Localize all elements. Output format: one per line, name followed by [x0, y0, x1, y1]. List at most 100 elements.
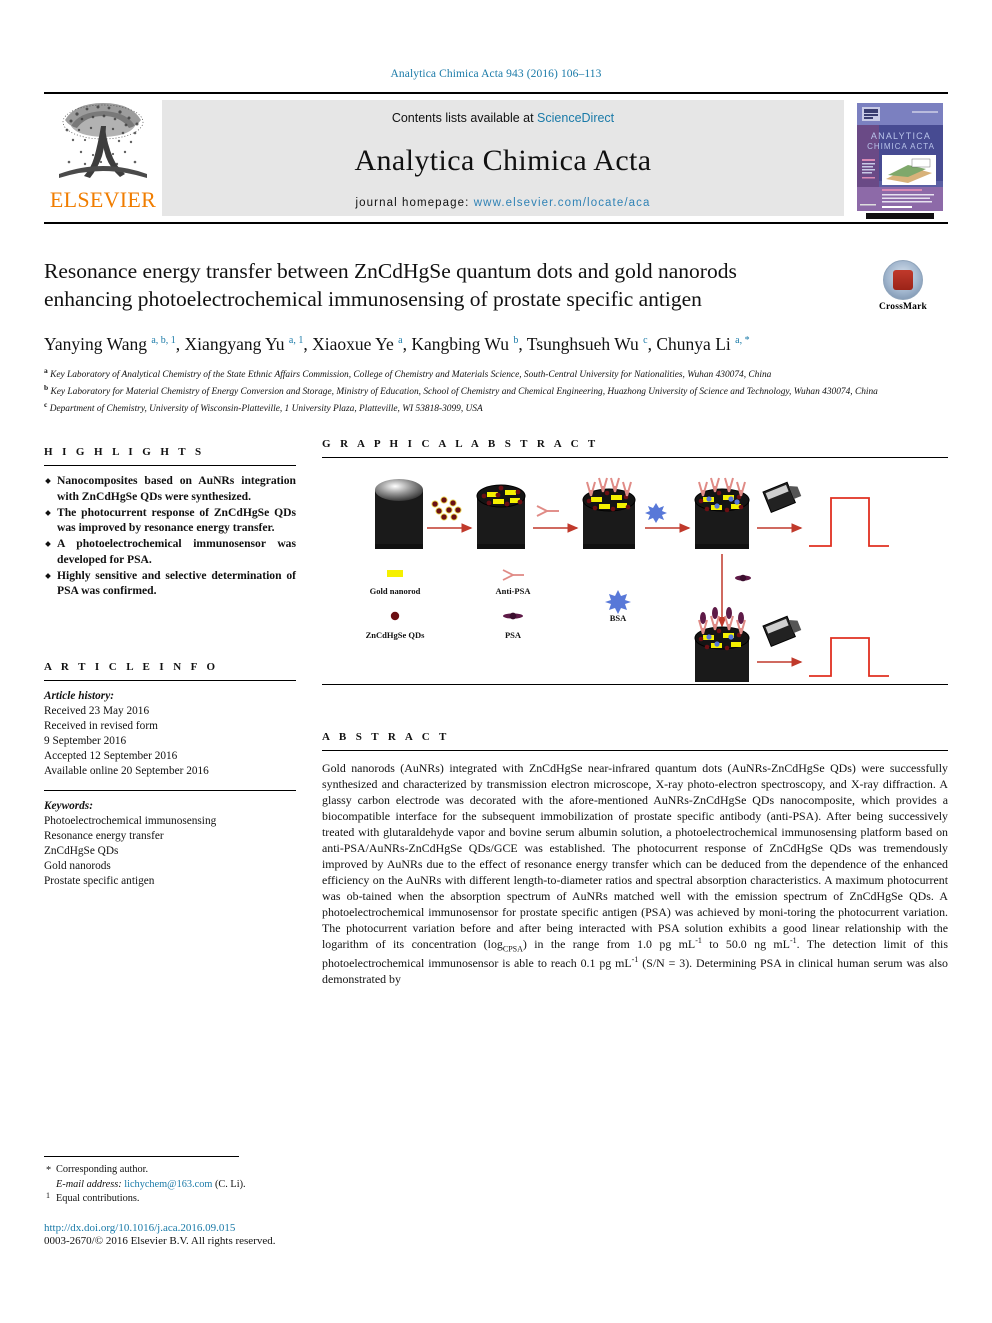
photocurrent-trace-top: [809, 497, 889, 548]
svg-text:Anti-PSA: Anti-PSA: [496, 586, 532, 596]
contents-available-line: Contents lists available at ScienceDirec…: [392, 111, 614, 125]
graphical-abstract-legend: Gold nanorod ZnCdHgSe QDs Anti-PSA PSA B…: [366, 569, 631, 640]
svg-text:BSA: BSA: [610, 613, 627, 623]
keywords-label: Keywords:: [44, 799, 93, 812]
abstract-rule: [322, 750, 948, 752]
right-column: G R A P H I C A L A B S T R A C T Gold n…: [322, 438, 948, 987]
highlights-section: H I G H L I G H T S Nanocomposites based…: [44, 446, 296, 598]
affiliation-c-text: Department of Chemistry, University of W…: [49, 404, 483, 415]
svg-text:PSA: PSA: [505, 630, 522, 640]
electrode-bare: [375, 479, 423, 550]
history-item: Received in revised form: [44, 719, 158, 732]
email-suffix: (C. Li).: [214, 1178, 246, 1190]
crossmark-label: CrossMark: [878, 302, 928, 312]
title-block: Resonance energy transfer between ZnCdHg…: [44, 258, 948, 314]
keyword-item: Photoelectrochemical immunosensing: [44, 814, 217, 827]
highlights-rule: [44, 465, 296, 467]
keyword-item: Prostate specific antigen: [44, 874, 155, 887]
affiliation-marker-b: b: [44, 383, 49, 393]
svg-text:ANALYTICA: ANALYTICA: [871, 131, 931, 141]
affiliation-b-text: Key Laboratory for Material Chemistry of…: [50, 387, 878, 398]
affiliation-a: a Key Laboratory of Analytical Chemistry…: [44, 366, 948, 382]
affiliation-b: b Key Laboratory for Material Chemistry …: [44, 383, 948, 399]
psa-particle-step4: [735, 574, 751, 582]
paper-page: Analytica Chimica Acta 943 (2016) 106–11…: [0, 0, 992, 1323]
footnotes: Corresponding author. E-mail address: li…: [44, 1163, 464, 1206]
light-source-icon-bottom: [762, 615, 802, 648]
article-history-label: Article history:: [44, 689, 114, 702]
affiliation-a-text: Key Laboratory of Analytical Chemistry o…: [50, 370, 772, 381]
light-source-icon-top: [762, 481, 802, 514]
contents-prefix: Contents lists available at: [391, 111, 538, 125]
crossmark-badge[interactable]: CrossMark: [864, 260, 942, 312]
journal-homepage-link[interactable]: www.elsevier.com/locate/aca: [474, 197, 651, 209]
graphical-abstract-section: G R A P H I C A L A B S T R A C T Gold n…: [322, 438, 948, 686]
affiliation-c: c Department of Chemistry, University of…: [44, 400, 948, 416]
history-item: 9 September 2016: [44, 734, 127, 747]
keywords-block: Keywords: Photoelectrochemical immunosen…: [44, 799, 296, 889]
sciencedirect-link[interactable]: ScienceDirect: [537, 111, 614, 125]
affiliation-marker-c: c: [44, 400, 48, 410]
left-column: H I G H L I G H T S Nanocomposites based…: [44, 438, 296, 987]
page-footer: Corresponding author. E-mail address: li…: [44, 1156, 464, 1247]
list-item: Nanocomposites based on AuNRs integratio…: [44, 473, 296, 504]
masthead-center: Contents lists available at ScienceDirec…: [162, 100, 844, 216]
article-info-separator: [44, 789, 296, 791]
photocurrent-trace-bottom: [809, 637, 889, 678]
email-note: E-mail address: lichychem@163.com (C. Li…: [44, 1178, 464, 1192]
email-link[interactable]: lichychem@163.com: [124, 1179, 212, 1190]
homepage-prefix: journal homepage:: [355, 197, 474, 209]
journal-masthead: ELSEVIER Contents lists available at Sci…: [44, 92, 948, 224]
elsevier-logo: ELSEVIER: [44, 94, 162, 222]
electrode-immunosensor: [694, 477, 750, 550]
qd-particles-step1: [431, 496, 462, 521]
electrode-nanocomposite: [476, 484, 526, 550]
running-head: Analytica Chimica Acta 943 (2016) 106–11…: [390, 68, 602, 80]
svg-text:ZnCdHgSe QDs: ZnCdHgSe QDs: [366, 630, 425, 640]
anti-psa-particles-step2: [536, 505, 559, 518]
doi-link-wrap[interactable]: http://dx.doi.org/10.1016/j.aca.2016.09.…: [44, 1222, 464, 1234]
list-item: The photocurrent response of ZnCdHgSe QD…: [44, 505, 296, 536]
footer-rule: [44, 1156, 239, 1158]
elsevier-tree-icon: [51, 100, 155, 188]
list-item: Highly sensitive and selective determina…: [44, 568, 296, 599]
keyword-item: ZnCdHgSe QDs: [44, 844, 119, 857]
equal-contributions-note: Equal contributions.: [44, 1190, 464, 1206]
highlights-heading: H I G H L I G H T S: [44, 446, 205, 459]
keyword-item: Gold nanorods: [44, 859, 111, 872]
elsevier-wordmark: ELSEVIER: [49, 187, 157, 212]
article-info-section: A R T I C L E I N F O Article history: R…: [44, 661, 296, 889]
abstract-text: Gold nanorods (AuNRs) integrated with Zn…: [322, 761, 949, 987]
graphical-abstract-bottom-rule: [322, 684, 948, 686]
list-item: A photoelectrochemical immunosensor was …: [44, 536, 296, 567]
affiliation-list: a Key Laboratory of Analytical Chemistry…: [44, 366, 948, 416]
author-list: Yanying Wang a, b, 1, Xiangyang Yu a, 1,…: [44, 333, 750, 354]
history-item: Accepted 12 September 2016: [44, 749, 178, 762]
graphical-abstract-rule: [322, 457, 948, 459]
crossmark-icon: [883, 260, 923, 300]
email-label: E-mail address:: [56, 1178, 122, 1190]
doi-link[interactable]: http://dx.doi.org/10.1016/j.aca.2016.09.…: [44, 1222, 235, 1234]
page-title: Resonance energy transfer between ZnCdHg…: [44, 259, 737, 311]
corresponding-author-note: Corresponding author.: [44, 1163, 464, 1178]
keyword-item: Resonance energy transfer: [44, 829, 164, 842]
article-info-heading: A R T I C L E I N F O: [44, 660, 219, 673]
affiliation-marker-a: a: [44, 365, 48, 375]
electrode-antibody: [582, 477, 636, 550]
history-item: Available online 20 September 2016: [44, 764, 209, 777]
journal-cover-thumbnail[interactable]: ANALYTICA CHIMICA ACTA: [852, 99, 948, 219]
highlights-list: Nanocomposites based on AuNRs integratio…: [44, 473, 296, 598]
svg-text:Gold nanorod: Gold nanorod: [370, 586, 421, 596]
graphical-abstract-heading: G R A P H I C A L A B S T R A C T: [322, 438, 599, 451]
journal-title: Analytica Chimica Acta: [354, 144, 652, 177]
body-columns: H I G H L I G H T S Nanocomposites based…: [44, 438, 948, 987]
article-info-rule: [44, 679, 296, 681]
bsa-particle-step3: [645, 503, 667, 524]
graphical-abstract-figure: Gold nanorod ZnCdHgSe QDs Anti-PSA PSA B…: [322, 466, 948, 684]
copyright-line: 0003-2670/© 2016 Elsevier B.V. All right…: [44, 1235, 276, 1247]
journal-homepage-line: journal homepage: www.elsevier.com/locat…: [356, 197, 651, 209]
abstract-section: A B S T R A C T Gold nanorods (AuNRs) in…: [322, 731, 948, 987]
svg-text:CHIMICA ACTA: CHIMICA ACTA: [867, 142, 935, 151]
history-item: Received 23 May 2016: [44, 704, 150, 717]
article-history: Article history: Received 23 May 2016 Re…: [44, 689, 296, 779]
